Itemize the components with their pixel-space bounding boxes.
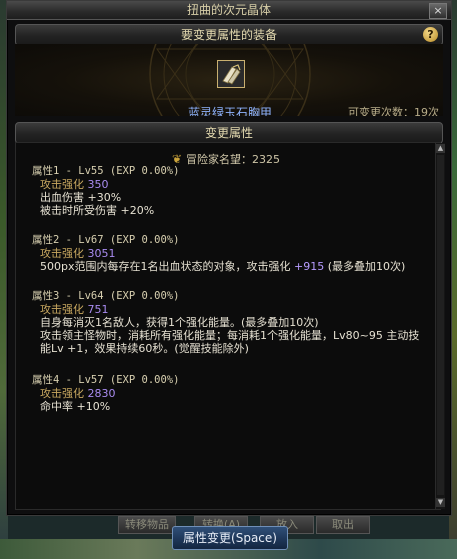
attribute-scrollbar[interactable]: ▲ ▼ [435,143,445,509]
attribute-effect: 攻击领主怪物时，消耗所有强化能量；每消耗1个强化能量，Lv80~95 主动技 [40,329,420,342]
scroll-down-icon[interactable]: ▼ [436,498,445,507]
attribute-effect: 出血伤害 +30% [40,191,122,204]
attribute-effect: 命中率 +10% [40,400,111,413]
dimension-crystal-window: 扭曲的次元晶体 × 要变更属性的装备 ? 蓝灵绿玉石胸甲 可变更次数：19次 变… [6,0,452,516]
attr-section-header: 变更属性 [15,122,443,144]
attribute-title: 属性4 - Lv57 (EXP 0.00%) [32,374,180,386]
attribute-base-stat: 攻击强化 2830 [32,387,432,400]
window-titlebar[interactable]: 扭曲的次元晶体 × [7,1,451,20]
scroll-up-icon[interactable]: ▲ [436,144,445,153]
base-stat-label: 攻击强化 [40,247,84,260]
attribute-block-1: 属性1 - Lv55 (EXP 0.00%) 攻击强化 350 出血伤害 +30… [32,165,432,217]
attribute-base-stat: 攻击强化 3051 [32,247,432,260]
effect-text: 500px范围内每存在1名出血状态的对象，攻击强化 [40,260,294,273]
attribute-block-3: 属性3 - Lv64 (EXP 0.00%) 攻击强化 751 自身每消灭1名敌… [32,290,432,355]
equip-section-header: 要变更属性的装备 ? [15,24,443,46]
base-stat-label: 攻击强化 [40,178,84,191]
attribute-list-panel[interactable]: ❦ 冒险家名望：2325 属性1 - Lv55 (EXP 0.00%) 攻击强化 … [15,142,445,510]
armor-icon [218,61,244,87]
attribute-effect: 500px范围内每存在1名出血状态的对象，攻击强化 +915 (最多叠加10次) [32,260,432,273]
take-out-button[interactable]: 取出 [316,516,370,534]
equipment-slot[interactable] [217,60,245,88]
attribute-base-stat: 攻击强化 751 [32,303,432,316]
equipment-name: 蓝灵绿玉石胸甲 [187,106,272,116]
change-count: 可变更次数：19次 [348,106,439,116]
attribute-block-2: 属性2 - Lv67 (EXP 0.00%) 攻击强化 3051 500px范围… [32,234,432,273]
effect-text: (最多叠加10次) [324,260,406,273]
close-icon[interactable]: × [429,3,447,19]
scroll-track[interactable] [437,155,444,495]
attribute-base-stat: 攻击强化 350 [32,178,432,191]
question-icon[interactable]: ? [423,27,438,42]
change-attribute-button[interactable]: 属性变更(Space) [172,526,288,550]
equip-section-title: 要变更属性的装备 [180,28,277,42]
window-title: 扭曲的次元晶体 [186,3,271,17]
base-stat-value: 2830 [87,387,116,400]
base-stat-value: 751 [87,303,109,316]
attribute-effect: 被击时所受伤害 +20% [40,204,155,217]
base-stat-label: 攻击强化 [40,303,84,316]
attribute-title: 属性3 - Lv64 (EXP 0.00%) [32,290,180,302]
effect-value: +915 [293,260,325,273]
attr-section-title: 变更属性 [204,126,253,140]
transfer-item-button[interactable]: 转移物品 [118,516,176,534]
attribute-block-4: 属性4 - Lv57 (EXP 0.00%) 攻击强化 2830 命中率 +10… [32,374,432,413]
equipment-display: 蓝灵绿玉石胸甲 可变更次数：19次 [15,44,443,116]
attribute-title: 属性1 - Lv55 (EXP 0.00%) [32,165,180,177]
attribute-title: 属性2 - Lv67 (EXP 0.00%) [32,234,180,246]
base-stat-label: 攻击强化 [40,387,84,400]
base-stat-value: 350 [87,178,109,191]
attribute-effect: 能Lv +1，效果持续60秒。(觉醒技能除外) [40,342,249,355]
laurel-icon: ❦ [171,152,183,166]
attribute-effect: 自身每消灭1名敌人，获得1个强化能量。(最多叠加10次) [40,316,319,329]
base-stat-value: 3051 [87,247,116,260]
